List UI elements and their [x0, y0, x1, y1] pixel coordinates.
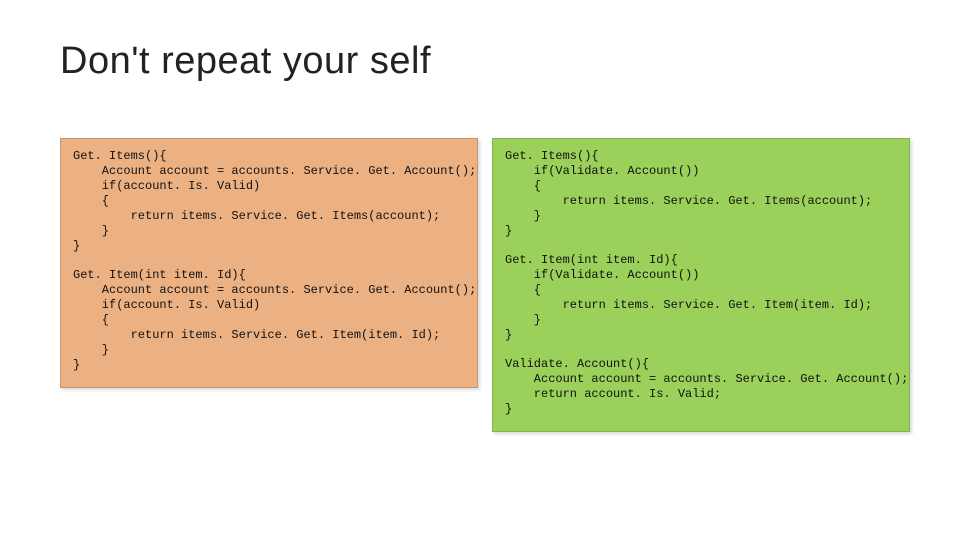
code-box-after: Get. Items(){ if(Validate. Account()) { …	[492, 138, 910, 432]
code-block-get-items-before: Get. Items(){ Account account = accounts…	[73, 149, 465, 254]
slide: Don't repeat your self Get. Items(){ Acc…	[0, 0, 960, 540]
slide-title: Don't repeat your self	[60, 40, 910, 83]
code-block-validate-account: Validate. Account(){ Account account = a…	[505, 357, 897, 417]
code-block-get-item-after: Get. Item(int item. Id){ if(Validate. Ac…	[505, 253, 897, 343]
code-box-before: Get. Items(){ Account account = accounts…	[60, 138, 478, 388]
code-block-get-item-before: Get. Item(int item. Id){ Account account…	[73, 268, 465, 373]
code-columns: Get. Items(){ Account account = accounts…	[60, 138, 910, 432]
code-block-get-items-after: Get. Items(){ if(Validate. Account()) { …	[505, 149, 897, 239]
